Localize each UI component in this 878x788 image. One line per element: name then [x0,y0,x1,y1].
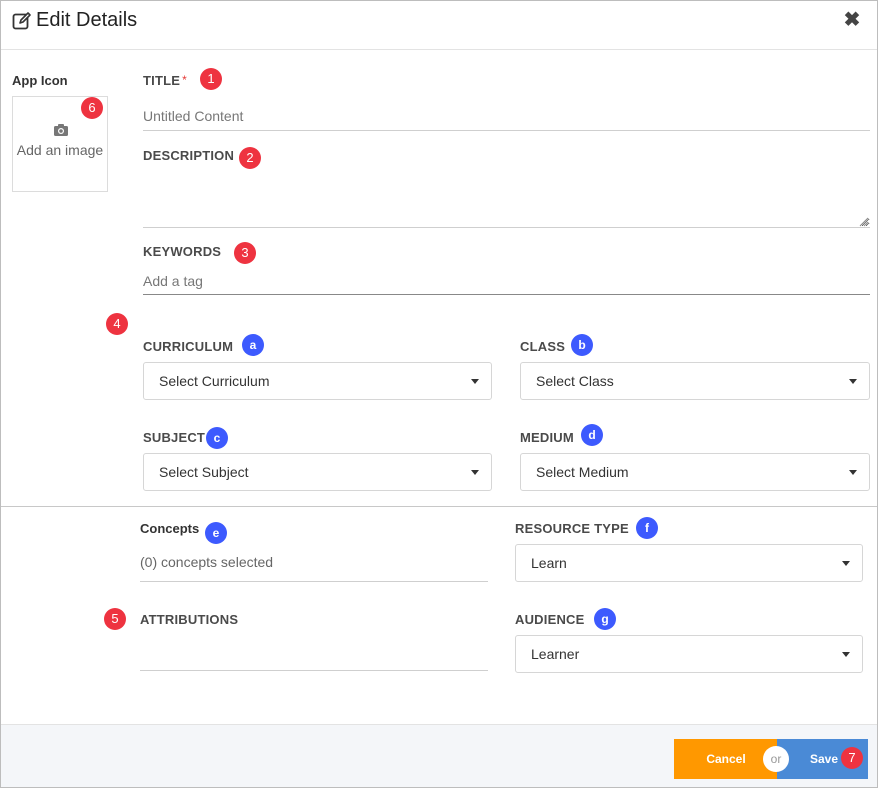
badge-b: b [571,334,593,356]
badge-6: 6 [81,97,103,119]
badge-5: 5 [104,608,126,630]
subject-label: SUBJECT [143,430,206,445]
chevron-down-icon [849,379,857,384]
medium-select-value: Select Medium [536,464,629,480]
resource-type-select[interactable]: Learn [515,544,863,582]
badge-g: g [594,608,616,630]
curriculum-select-value: Select Curriculum [159,373,270,389]
modal-title: Edit Details [36,9,138,31]
section-divider [1,506,877,507]
badge-2: 2 [239,147,261,169]
title-label: TITLE * [143,73,187,88]
chevron-down-icon [471,470,479,475]
audience-select[interactable]: Learner [515,635,863,673]
badge-7: 7 [841,747,863,769]
title-input[interactable] [143,101,870,131]
class-label: CLASS [520,339,566,354]
app-icon-label: App Icon [12,73,68,88]
chevron-down-icon [842,652,850,657]
concepts-underline [140,581,488,582]
add-image-text: Add an image [16,142,104,158]
required-mark: * [182,73,187,87]
badge-3: 3 [234,242,256,264]
resource-type-select-value: Learn [531,555,567,571]
audience-label: AUDIENCE [515,612,585,627]
chevron-down-icon [849,470,857,475]
concepts-selector[interactable]: (0) concepts selected [140,554,273,570]
description-label: DESCRIPTION [143,148,235,163]
badge-e: e [205,522,227,544]
medium-label: MEDIUM [520,430,574,445]
attributions-label: ATTRIBUTIONS [140,612,239,627]
concepts-label: Concepts [140,521,200,536]
attributions-underline [140,670,488,671]
badge-4: 4 [106,313,128,335]
resize-grip-icon[interactable] [859,217,869,227]
subject-select[interactable]: Select Subject [143,453,492,491]
close-icon[interactable]: ✖ [843,10,861,30]
subject-select-value: Select Subject [159,464,249,480]
or-separator: or [763,746,789,772]
badge-1: 1 [200,68,222,90]
modal-header: Edit Details ✖ [1,1,877,50]
keywords-input[interactable] [143,267,870,295]
badge-a: a [242,334,264,356]
curriculum-label: CURRICULUM [143,339,234,354]
edit-icon [12,12,31,30]
audience-select-value: Learner [531,646,580,662]
edit-details-modal: Edit Details ✖ App Icon Add an image 6 T… [0,0,878,788]
description-textarea[interactable] [143,171,870,228]
badge-d: d [581,424,603,446]
resource-type-label: RESOURCE TYPE [515,521,629,536]
attributions-input[interactable] [140,637,488,670]
badge-f: f [636,517,658,539]
medium-select[interactable]: Select Medium [520,453,870,491]
title-label-text: TITLE [143,73,181,88]
class-select[interactable]: Select Class [520,362,870,400]
chevron-down-icon [471,379,479,384]
chevron-down-icon [842,561,850,566]
curriculum-select[interactable]: Select Curriculum [143,362,492,400]
camera-icon [54,124,68,136]
badge-c: c [206,427,228,449]
class-select-value: Select Class [536,373,614,389]
keywords-label: KEYWORDS [143,244,222,259]
